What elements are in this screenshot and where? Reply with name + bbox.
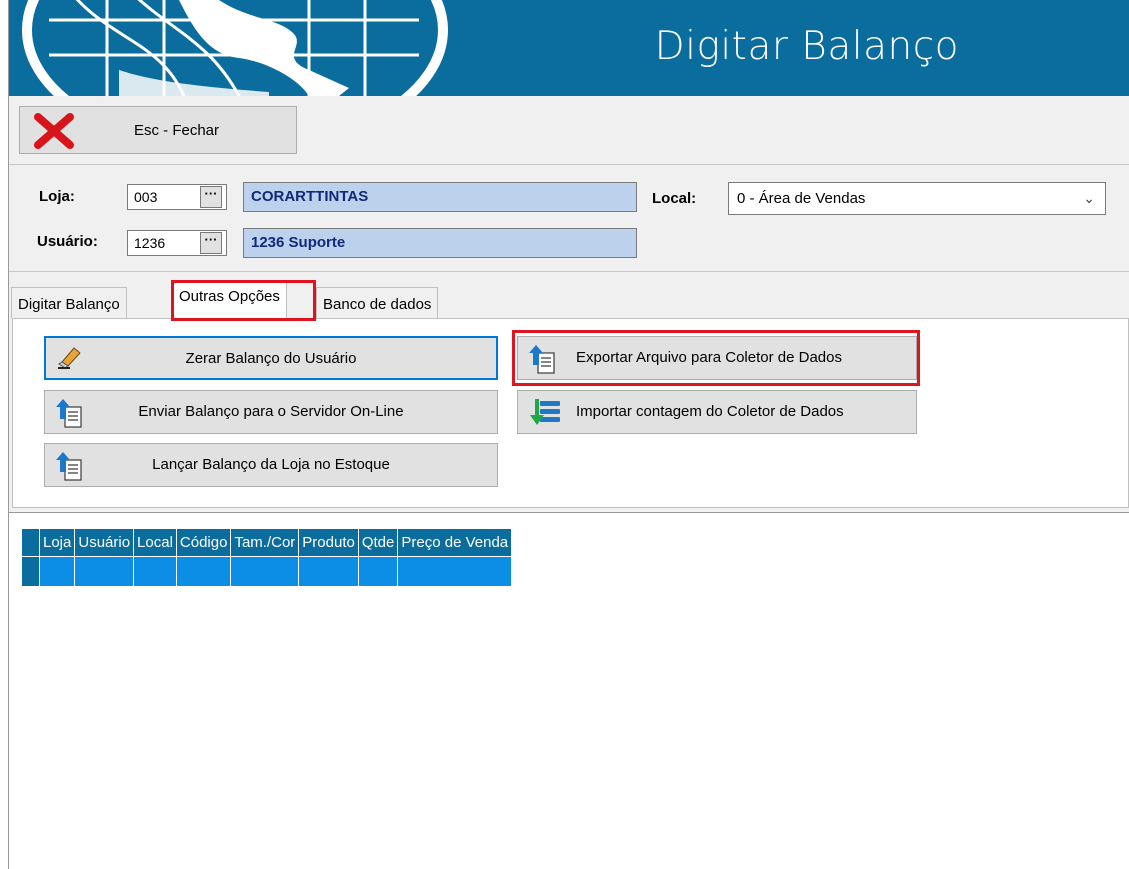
grid-header-loja[interactable]: Loja xyxy=(38,528,76,557)
table-cell[interactable] xyxy=(133,556,177,587)
usuario-name-field: 1236 Suporte xyxy=(243,228,637,258)
usuario-label: Usuário: xyxy=(37,233,98,250)
zerar-balanco-button[interactable]: Zerar Balanço do Usuário xyxy=(44,336,498,380)
data-grid-area: Loja Usuário Local Código Tam./Cor Produ… xyxy=(9,512,1129,869)
close-button[interactable]: Esc - Fechar xyxy=(19,106,297,154)
chevron-down-icon: ⌄ xyxy=(1083,190,1095,206)
globe-logo-icon xyxy=(22,0,448,96)
usuario-code-value: 1236 xyxy=(134,235,166,251)
grid-indicator-header xyxy=(21,528,40,557)
close-button-label: Esc - Fechar xyxy=(134,122,220,139)
grid-header-row: Loja Usuário Local Código Tam./Cor Produ… xyxy=(21,528,513,557)
balanco-grid[interactable]: Loja Usuário Local Código Tam./Cor Produ… xyxy=(21,528,513,587)
tab-panel-outras-opcoes: Zerar Balanço do Usuário Enviar Balanço … xyxy=(12,318,1129,508)
tab-strip: Digitar Balanço Outras Opções Banco de d… xyxy=(9,282,1129,319)
grid-header-qtde[interactable]: Qtde xyxy=(357,528,399,557)
tab-digitar-balanco[interactable]: Digitar Balanço xyxy=(11,287,127,318)
enviar-balanco-label: Enviar Balanço para o Servidor On-Line xyxy=(138,403,404,420)
tab-banco-de-dados[interactable]: Banco de dados xyxy=(316,287,439,318)
tab-outras-opcoes[interactable]: Outras Opções xyxy=(172,282,287,319)
grid-header-produto[interactable]: Produto xyxy=(298,528,359,557)
local-select[interactable]: 0 - Área de Vendas ⌄ xyxy=(728,182,1106,215)
loja-label: Loja: xyxy=(39,188,75,205)
importar-contagem-label: Importar contagem do Coletor de Dados xyxy=(576,403,844,420)
local-label: Local: xyxy=(652,190,697,207)
row-indicator[interactable] xyxy=(21,556,40,587)
page-title: Digitar Balanço xyxy=(654,24,959,69)
enviar-balanco-button[interactable]: Enviar Balanço para o Servidor On-Line xyxy=(44,390,498,434)
local-select-value: 0 - Área de Vendas xyxy=(737,190,866,207)
filter-panel: Loja: 003 ··· CORARTTINTAS Usuário: 1236… xyxy=(9,166,1129,272)
header-banner: Digitar Balanço xyxy=(9,0,1129,96)
loja-lookup-button[interactable]: ··· xyxy=(200,186,222,208)
grid-header-local[interactable]: Local xyxy=(133,528,177,557)
table-cell[interactable] xyxy=(38,556,76,587)
zerar-balanco-label: Zerar Balanço do Usuário xyxy=(185,350,357,367)
usuario-lookup-button[interactable]: ··· xyxy=(200,232,222,254)
close-icon xyxy=(34,113,74,149)
table-cell[interactable] xyxy=(298,556,359,587)
table-row[interactable] xyxy=(21,556,513,587)
upload-document-icon xyxy=(529,345,555,374)
grid-header-usuario[interactable]: Usuário xyxy=(74,528,135,557)
table-cell[interactable] xyxy=(74,556,135,587)
importar-contagem-button[interactable]: Importar contagem do Coletor de Dados xyxy=(517,390,917,434)
grid-header-preco-de-venda[interactable]: Preço de Venda xyxy=(397,528,513,557)
exportar-arquivo-button[interactable]: Exportar Arquivo para Coletor de Dados xyxy=(517,336,917,380)
grid-header-codigo[interactable]: Código xyxy=(175,528,232,557)
import-list-icon xyxy=(530,399,560,425)
loja-code-value: 003 xyxy=(134,189,158,205)
table-cell[interactable] xyxy=(397,556,513,587)
table-cell[interactable] xyxy=(175,556,232,587)
loja-name-field: CORARTTINTAS xyxy=(243,182,637,212)
toolbar: Esc - Fechar xyxy=(9,97,1129,165)
window-left-edge xyxy=(0,0,9,869)
table-cell[interactable] xyxy=(230,556,300,587)
lancar-balanco-label: Lançar Balanço da Loja no Estoque xyxy=(152,456,390,473)
table-cell[interactable] xyxy=(357,556,399,587)
grid-header-tam-cor[interactable]: Tam./Cor xyxy=(230,528,300,557)
lancar-balanco-button[interactable]: Lançar Balanço da Loja no Estoque xyxy=(44,443,498,487)
exportar-arquivo-label: Exportar Arquivo para Coletor de Dados xyxy=(576,349,842,366)
